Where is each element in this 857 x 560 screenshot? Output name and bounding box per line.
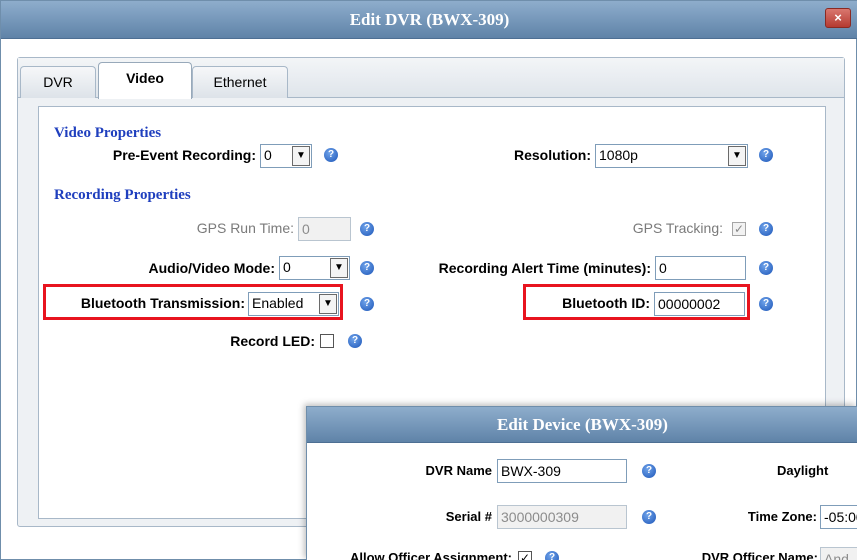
- help-icon[interactable]: ?: [759, 222, 773, 236]
- chevron-down-icon[interactable]: ▼: [330, 258, 348, 278]
- chevron-down-icon[interactable]: ▼: [292, 146, 310, 166]
- audio-video-mode-select[interactable]: 0 ▼: [279, 256, 350, 280]
- tab-strip: DVR Video Ethernet: [18, 58, 844, 99]
- allow-officer-assignment-label: Allow Officer Assignment:: [349, 550, 512, 560]
- help-icon[interactable]: ?: [759, 297, 773, 311]
- pre-event-recording-value: 0: [264, 147, 272, 163]
- recording-properties-heading: Recording Properties: [54, 187, 191, 203]
- time-zone-select[interactable]: -05:00 I: [820, 505, 857, 529]
- recording-alert-time-label: Recording Alert Time (minutes):: [438, 260, 651, 276]
- serial-number-field[interactable]: 3000000309: [497, 505, 627, 529]
- device-dialog-title: Edit Device (BWX-309): [497, 415, 668, 434]
- help-icon[interactable]: ?: [324, 148, 338, 162]
- tab-video[interactable]: Video: [98, 62, 192, 99]
- device-dialog-titlebar[interactable]: Edit Device (BWX-309): [307, 407, 857, 443]
- dialog-titlebar[interactable]: Edit DVR (BWX-309) ×: [1, 1, 857, 39]
- help-icon[interactable]: ?: [360, 297, 374, 311]
- resolution-select[interactable]: 1080p ▼: [595, 144, 748, 168]
- help-icon[interactable]: ?: [545, 551, 559, 560]
- edit-device-dialog: Edit Device (BWX-309) DVR Name BWX-309 ?…: [306, 406, 857, 560]
- dvr-name-field[interactable]: BWX-309: [497, 459, 627, 483]
- pre-event-recording-label: Pre-Event Recording:: [112, 147, 256, 163]
- gps-tracking-label: GPS Tracking:: [632, 220, 723, 236]
- dvr-officer-name-label: DVR Officer Name:: [701, 550, 818, 560]
- help-icon[interactable]: ?: [360, 222, 374, 236]
- video-properties-heading: Video Properties: [54, 125, 162, 141]
- time-zone-label: Time Zone:: [747, 509, 817, 524]
- help-icon[interactable]: ?: [642, 464, 656, 478]
- dvr-officer-name-field[interactable]: And: [820, 547, 857, 560]
- gps-run-time-label: GPS Run Time:: [196, 220, 294, 236]
- bluetooth-transmission-highlight: [43, 284, 343, 320]
- resolution-value: 1080p: [599, 147, 638, 163]
- gps-tracking-checkbox[interactable]: ✓: [732, 222, 746, 236]
- chevron-down-icon[interactable]: ▼: [728, 146, 746, 166]
- help-icon[interactable]: ?: [642, 510, 656, 524]
- help-icon[interactable]: ?: [348, 334, 362, 348]
- bluetooth-id-highlight: [523, 284, 750, 320]
- help-icon[interactable]: ?: [759, 261, 773, 275]
- tab-dvr[interactable]: DVR: [20, 66, 96, 98]
- resolution-label: Resolution:: [514, 147, 591, 163]
- pre-event-recording-select[interactable]: 0 ▼: [260, 144, 312, 168]
- help-icon[interactable]: ?: [360, 261, 374, 275]
- dialog-title: Edit DVR (BWX-309): [349, 10, 510, 29]
- record-led-label: Record LED:: [230, 333, 315, 349]
- close-button[interactable]: ×: [825, 8, 851, 28]
- tab-ethernet[interactable]: Ethernet: [192, 66, 288, 98]
- record-led-checkbox[interactable]: [320, 334, 334, 348]
- recording-alert-time-field[interactable]: 0: [655, 256, 746, 280]
- allow-officer-assignment-checkbox[interactable]: ✓: [518, 551, 532, 560]
- help-icon[interactable]: ?: [759, 148, 773, 162]
- gps-run-time-field[interactable]: 0: [298, 217, 351, 241]
- audio-video-mode-value: 0: [283, 259, 291, 275]
- audio-video-mode-label: Audio/Video Mode:: [148, 260, 275, 276]
- dvr-name-label: DVR Name: [425, 463, 492, 478]
- daylight-label: Daylight: [777, 463, 829, 478]
- serial-number-label: Serial #: [445, 509, 492, 524]
